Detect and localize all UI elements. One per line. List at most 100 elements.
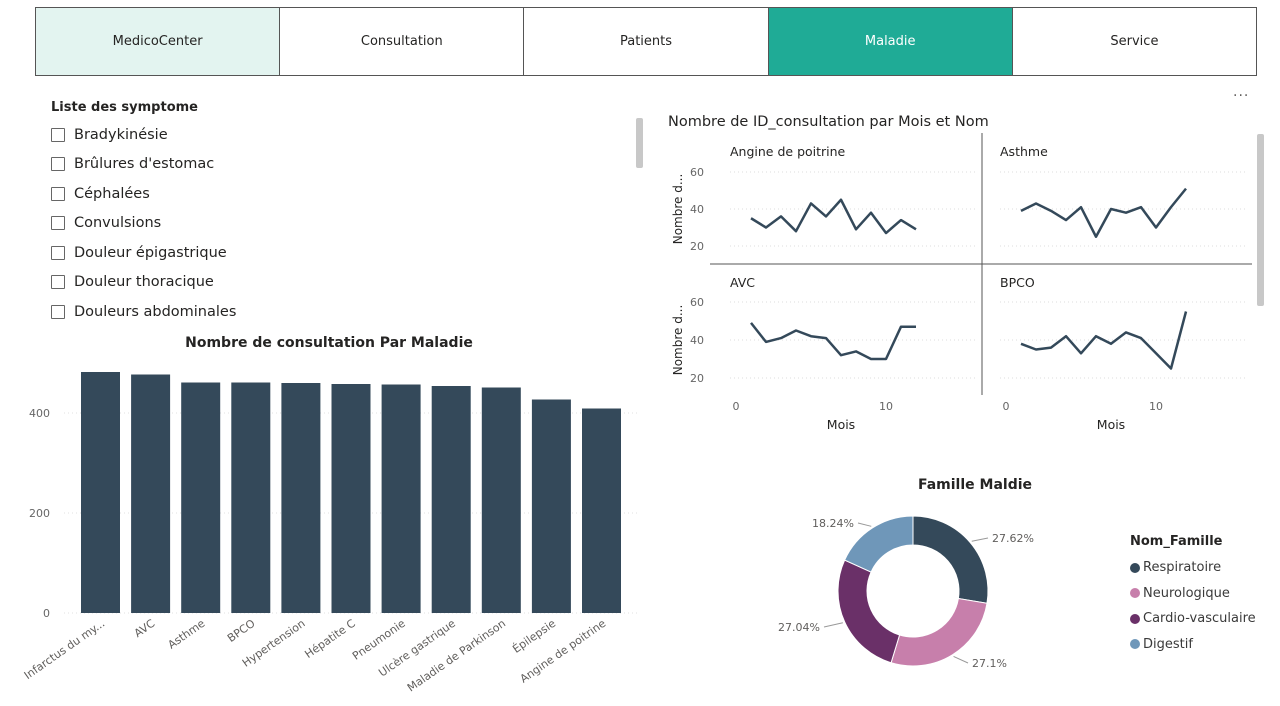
donut-slice bbox=[844, 515, 914, 573]
symptom-option[interactable]: Douleurs abdominales bbox=[51, 297, 641, 327]
legend-item-respiratoire[interactable]: Respiratoire bbox=[1130, 555, 1256, 581]
legend-dot bbox=[1130, 613, 1140, 624]
symptom-label: Céphalées bbox=[74, 185, 150, 202]
bar bbox=[531, 399, 571, 613]
y-tick-label: 200 bbox=[29, 507, 50, 520]
legend-item-neurologique[interactable]: Neurologique bbox=[1130, 581, 1256, 607]
checkbox[interactable] bbox=[51, 157, 65, 172]
checkbox[interactable] bbox=[51, 275, 65, 290]
legend-dot bbox=[1130, 588, 1140, 599]
x-tick-label: Angine de poitrine bbox=[518, 617, 609, 686]
legend-label: Digestif bbox=[1143, 636, 1193, 652]
donut-slice bbox=[837, 559, 901, 664]
line-chart-consultation-par-mois: Nombre de ID_consultation par Mois et No… bbox=[668, 114, 1252, 432]
symptom-label: Douleurs abdominales bbox=[74, 303, 237, 320]
y-tick-label: 0 bbox=[43, 607, 50, 620]
more-options-icon[interactable]: ... bbox=[1233, 84, 1249, 100]
legend-item-cardio-vasculaire[interactable]: Cardio-vasculaire bbox=[1130, 606, 1256, 632]
data-label: 27.04% bbox=[778, 621, 820, 634]
symptom-list-title: Liste des symptome bbox=[51, 100, 198, 115]
symptom-label: Convulsions bbox=[74, 215, 162, 232]
famille-legend: Nom_Famille Respiratoire Neurologique Ca… bbox=[1130, 534, 1256, 657]
x-tick-label: AVC bbox=[132, 617, 158, 640]
symptom-slicer: Bradykinésie Brûlures d'estomac Céphalée… bbox=[51, 120, 641, 327]
nav-button-maladie[interactable]: Maladie bbox=[767, 7, 1013, 76]
nav-button-patients[interactable]: Patients bbox=[523, 7, 769, 76]
nav-button-service[interactable]: Service bbox=[1011, 7, 1258, 76]
checkbox[interactable] bbox=[51, 216, 65, 231]
y-tick-label: 400 bbox=[29, 407, 50, 420]
bar bbox=[331, 384, 371, 613]
symptom-option[interactable]: Céphalées bbox=[51, 179, 641, 209]
legend-label: Neurologique bbox=[1143, 585, 1230, 601]
data-label-leader bbox=[823, 622, 843, 628]
y-tick-label: 60 bbox=[690, 296, 704, 309]
checkbox[interactable] bbox=[51, 304, 65, 319]
legend-dot bbox=[1130, 562, 1140, 573]
series-line bbox=[1020, 311, 1188, 370]
checkbox[interactable] bbox=[51, 127, 65, 142]
checkbox[interactable] bbox=[51, 245, 65, 260]
legend-dot bbox=[1130, 639, 1140, 650]
series-line bbox=[750, 322, 916, 361]
x-tick-label: Épilepsie bbox=[510, 617, 558, 656]
legend-title: Nom_Famille bbox=[1130, 534, 1223, 549]
x-tick-label: Asthme bbox=[166, 617, 208, 652]
bar-chart-title: Nombre de consultation Par Maladie bbox=[185, 335, 473, 351]
donut-slice bbox=[912, 515, 989, 604]
y-tick-label: 40 bbox=[690, 334, 704, 347]
series-line bbox=[1020, 187, 1187, 238]
x-tick-label: 0 bbox=[1003, 400, 1010, 413]
bar bbox=[381, 384, 421, 613]
symptom-option[interactable]: Convulsions bbox=[51, 209, 641, 239]
donut-chart-title: Famille Maldie bbox=[918, 477, 1032, 493]
top-nav: MedicoCenter Consultation Patients Malad… bbox=[35, 7, 1258, 76]
y-tick-label: 20 bbox=[690, 240, 704, 253]
symptom-option[interactable]: Douleur thoracique bbox=[51, 268, 641, 298]
x-tick-label: BPCO bbox=[225, 617, 258, 645]
symptom-scrollbar[interactable] bbox=[636, 118, 643, 168]
x-tick-label: 10 bbox=[1149, 400, 1163, 413]
symptom-option[interactable]: Douleur épigastrique bbox=[51, 238, 641, 268]
checkbox[interactable] bbox=[51, 186, 65, 201]
symptom-label: Brûlures d'estomac bbox=[74, 156, 215, 173]
nav-button-medicocenter[interactable]: MedicoCenter bbox=[35, 7, 281, 76]
bar bbox=[281, 383, 321, 613]
symptom-label: Douleur thoracique bbox=[74, 274, 214, 291]
legend-item-digestif[interactable]: Digestif bbox=[1130, 632, 1256, 658]
x-tick-label: Hépatite C bbox=[302, 617, 358, 661]
data-label-leader bbox=[971, 537, 989, 542]
bar-chart-consultation-par-maladie: Nombre de consultation Par Maladie 0 200 40… bbox=[22, 335, 640, 694]
y-tick-label: 60 bbox=[690, 166, 704, 179]
x-tick-label: 10 bbox=[879, 400, 893, 413]
data-label: 27.1% bbox=[972, 657, 1007, 670]
bar bbox=[181, 382, 221, 613]
x-tick-label: 0 bbox=[733, 400, 740, 413]
data-label: 18.24% bbox=[812, 517, 854, 530]
panel-title: Asthme bbox=[1000, 144, 1048, 159]
y-tick-label: 40 bbox=[690, 203, 704, 216]
panel-title: AVC bbox=[730, 275, 755, 290]
data-label-leader bbox=[953, 655, 969, 664]
symptom-option[interactable]: Brûlures d'estomac bbox=[51, 150, 641, 180]
series-line bbox=[750, 198, 917, 235]
data-label-leader bbox=[857, 522, 872, 527]
y-axis-label: Nombre d... bbox=[671, 305, 685, 376]
bar bbox=[81, 372, 120, 613]
legend-label: Respiratoire bbox=[1143, 560, 1222, 576]
bar bbox=[231, 382, 271, 613]
bar bbox=[582, 408, 621, 613]
line-chart-scrollbar[interactable] bbox=[1257, 134, 1264, 306]
symptom-option[interactable]: Bradykinésie bbox=[51, 120, 641, 150]
panel-title: BPCO bbox=[1000, 275, 1035, 290]
x-tick-label: Infarctus du my... bbox=[22, 617, 108, 682]
nav-button-consultation[interactable]: Consultation bbox=[279, 7, 525, 76]
bar bbox=[481, 387, 521, 613]
legend-label: Cardio-vasculaire bbox=[1143, 611, 1256, 627]
y-tick-label: 20 bbox=[690, 372, 704, 385]
symptom-label: Douleur épigastrique bbox=[74, 244, 227, 261]
panel-title: Angine de poitrine bbox=[730, 144, 846, 159]
data-label: 27.62% bbox=[992, 532, 1034, 545]
donut-chart-famille-maladie: Famille Maldie 27.62% 27.1% 27.04% 18.24% bbox=[778, 477, 1034, 670]
bar bbox=[431, 386, 471, 613]
